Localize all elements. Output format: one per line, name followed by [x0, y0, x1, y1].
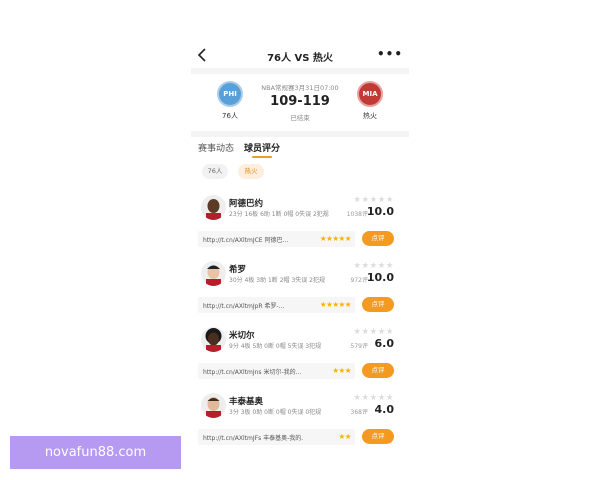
match-info: NBA常规赛3月31日07:00 109-119 已结束 — [241, 82, 359, 122]
comment-bar[interactable]: http://t.cn/AXltmJpR 希罗-... ★★★★★ — [198, 297, 355, 313]
player-avatar — [201, 195, 226, 220]
comment-link[interactable]: http://t.cn/AXltmJFs 丰泰基奥-我的... — [203, 433, 303, 442]
player-card[interactable]: 米切尔 9分 4板 5助 0断 0帽 5失误 3犯规 ★★★★★ 579评 6.… — [198, 324, 402, 382]
review-button[interactable]: 点评 — [362, 363, 394, 378]
rating-count: 1038评 — [346, 211, 368, 218]
tab-player-ratings[interactable]: 球员评分 — [244, 141, 280, 158]
divider — [191, 131, 409, 137]
player-name: 丰泰基奥 — [229, 397, 264, 407]
player-stats: 23分 16板 6助 1断 0帽 0失误 2犯规 — [229, 211, 329, 218]
rate-stars-icon[interactable]: ★★★★★ — [353, 261, 394, 271]
comment-bar[interactable]: http://t.cn/AXltmJFs 丰泰基奥-我的... ★★ — [198, 429, 355, 445]
rating-count: 579评 — [350, 343, 368, 350]
player-avatar — [201, 327, 226, 352]
star-rating-icon: ★★★★★ — [319, 234, 352, 243]
comment-link[interactable]: http://t.cn/AXltmJpR 希罗-... — [203, 301, 303, 310]
player-rating: 10.0 — [366, 205, 394, 218]
rate-stars-icon[interactable]: ★★★★★ — [353, 195, 394, 205]
away-team-name: 热火 — [363, 112, 377, 120]
match-status: 已结束 — [290, 114, 310, 122]
rating-count: 972评 — [350, 277, 368, 284]
star-rating-icon: ★★★★★ — [319, 300, 352, 309]
watermark-banner: novafun88.com — [10, 436, 181, 469]
player-name: 阿德巴约 — [229, 199, 264, 209]
app-screen: 76人 VS 热火 ••• PHI 76人 NBA常规赛3月31日07:00 1… — [191, 40, 409, 480]
rate-stars-icon[interactable]: ★★★★★ — [353, 393, 394, 403]
player-rating: 10.0 — [366, 271, 394, 284]
divider — [191, 68, 409, 74]
comment-bar[interactable]: http://t.cn/AXltmJCE 阿德巴... ★★★★★ — [198, 231, 355, 247]
player-avatar — [201, 393, 226, 418]
review-button[interactable]: 点评 — [362, 231, 394, 246]
star-rating-icon: ★★ — [338, 432, 352, 441]
review-button[interactable]: 点评 — [362, 297, 394, 312]
player-stats: 9分 4板 5助 0断 0帽 5失误 3犯规 — [229, 343, 322, 350]
player-name: 米切尔 — [229, 331, 255, 341]
rate-stars-icon[interactable]: ★★★★★ — [353, 327, 394, 337]
filter-chip-76ers[interactable]: 76人 — [202, 164, 228, 179]
final-score: 109-119 — [270, 94, 330, 109]
tab-game-updates[interactable]: 赛事动态 — [198, 141, 234, 154]
player-card[interactable]: 丰泰基奥 3分 3板 0助 0断 0帽 0失误 0犯规 ★★★★★ 368评 4… — [198, 390, 402, 448]
comment-link[interactable]: http://t.cn/AXltmJCE 阿德巴... — [203, 235, 303, 244]
comment-bar[interactable]: http://t.cn/AXltmJns 米切尔-我的... ★★★ — [198, 363, 355, 379]
comment-link[interactable]: http://t.cn/AXltmJns 米切尔-我的... — [203, 367, 303, 376]
match-schedule: NBA常规赛3月31日07:00 — [261, 84, 339, 92]
player-card[interactable]: 阿德巴约 23分 16板 6助 1断 0帽 0失误 2犯规 ★★★★★ 1038… — [198, 192, 402, 250]
player-stats: 3分 3板 0助 0断 0帽 0失误 0犯规 — [229, 409, 322, 416]
team-logo-phi: PHI — [217, 81, 243, 107]
star-rating-icon: ★★★ — [332, 366, 351, 375]
player-avatar — [201, 261, 226, 286]
player-stats: 30分 4板 3助 1断 2帽 3失误 2犯规 — [229, 277, 325, 284]
rating-count: 368评 — [350, 409, 368, 416]
away-team[interactable]: MIA 热火 — [350, 81, 390, 121]
team-logo-mia: MIA — [357, 81, 383, 107]
player-card[interactable]: 希罗 30分 4板 3助 1断 2帽 3失误 2犯规 ★★★★★ 972评 10… — [198, 258, 402, 316]
player-rating: 4.0 — [374, 403, 395, 416]
review-button[interactable]: 点评 — [362, 429, 394, 444]
player-name: 希罗 — [229, 265, 247, 275]
filter-chip-heat[interactable]: 热火 — [238, 164, 264, 179]
player-rating: 6.0 — [374, 337, 395, 350]
scoreboard: PHI 76人 NBA常规赛3月31日07:00 109-119 已结束 MIA… — [191, 78, 409, 132]
more-options-icon[interactable]: ••• — [377, 47, 403, 61]
